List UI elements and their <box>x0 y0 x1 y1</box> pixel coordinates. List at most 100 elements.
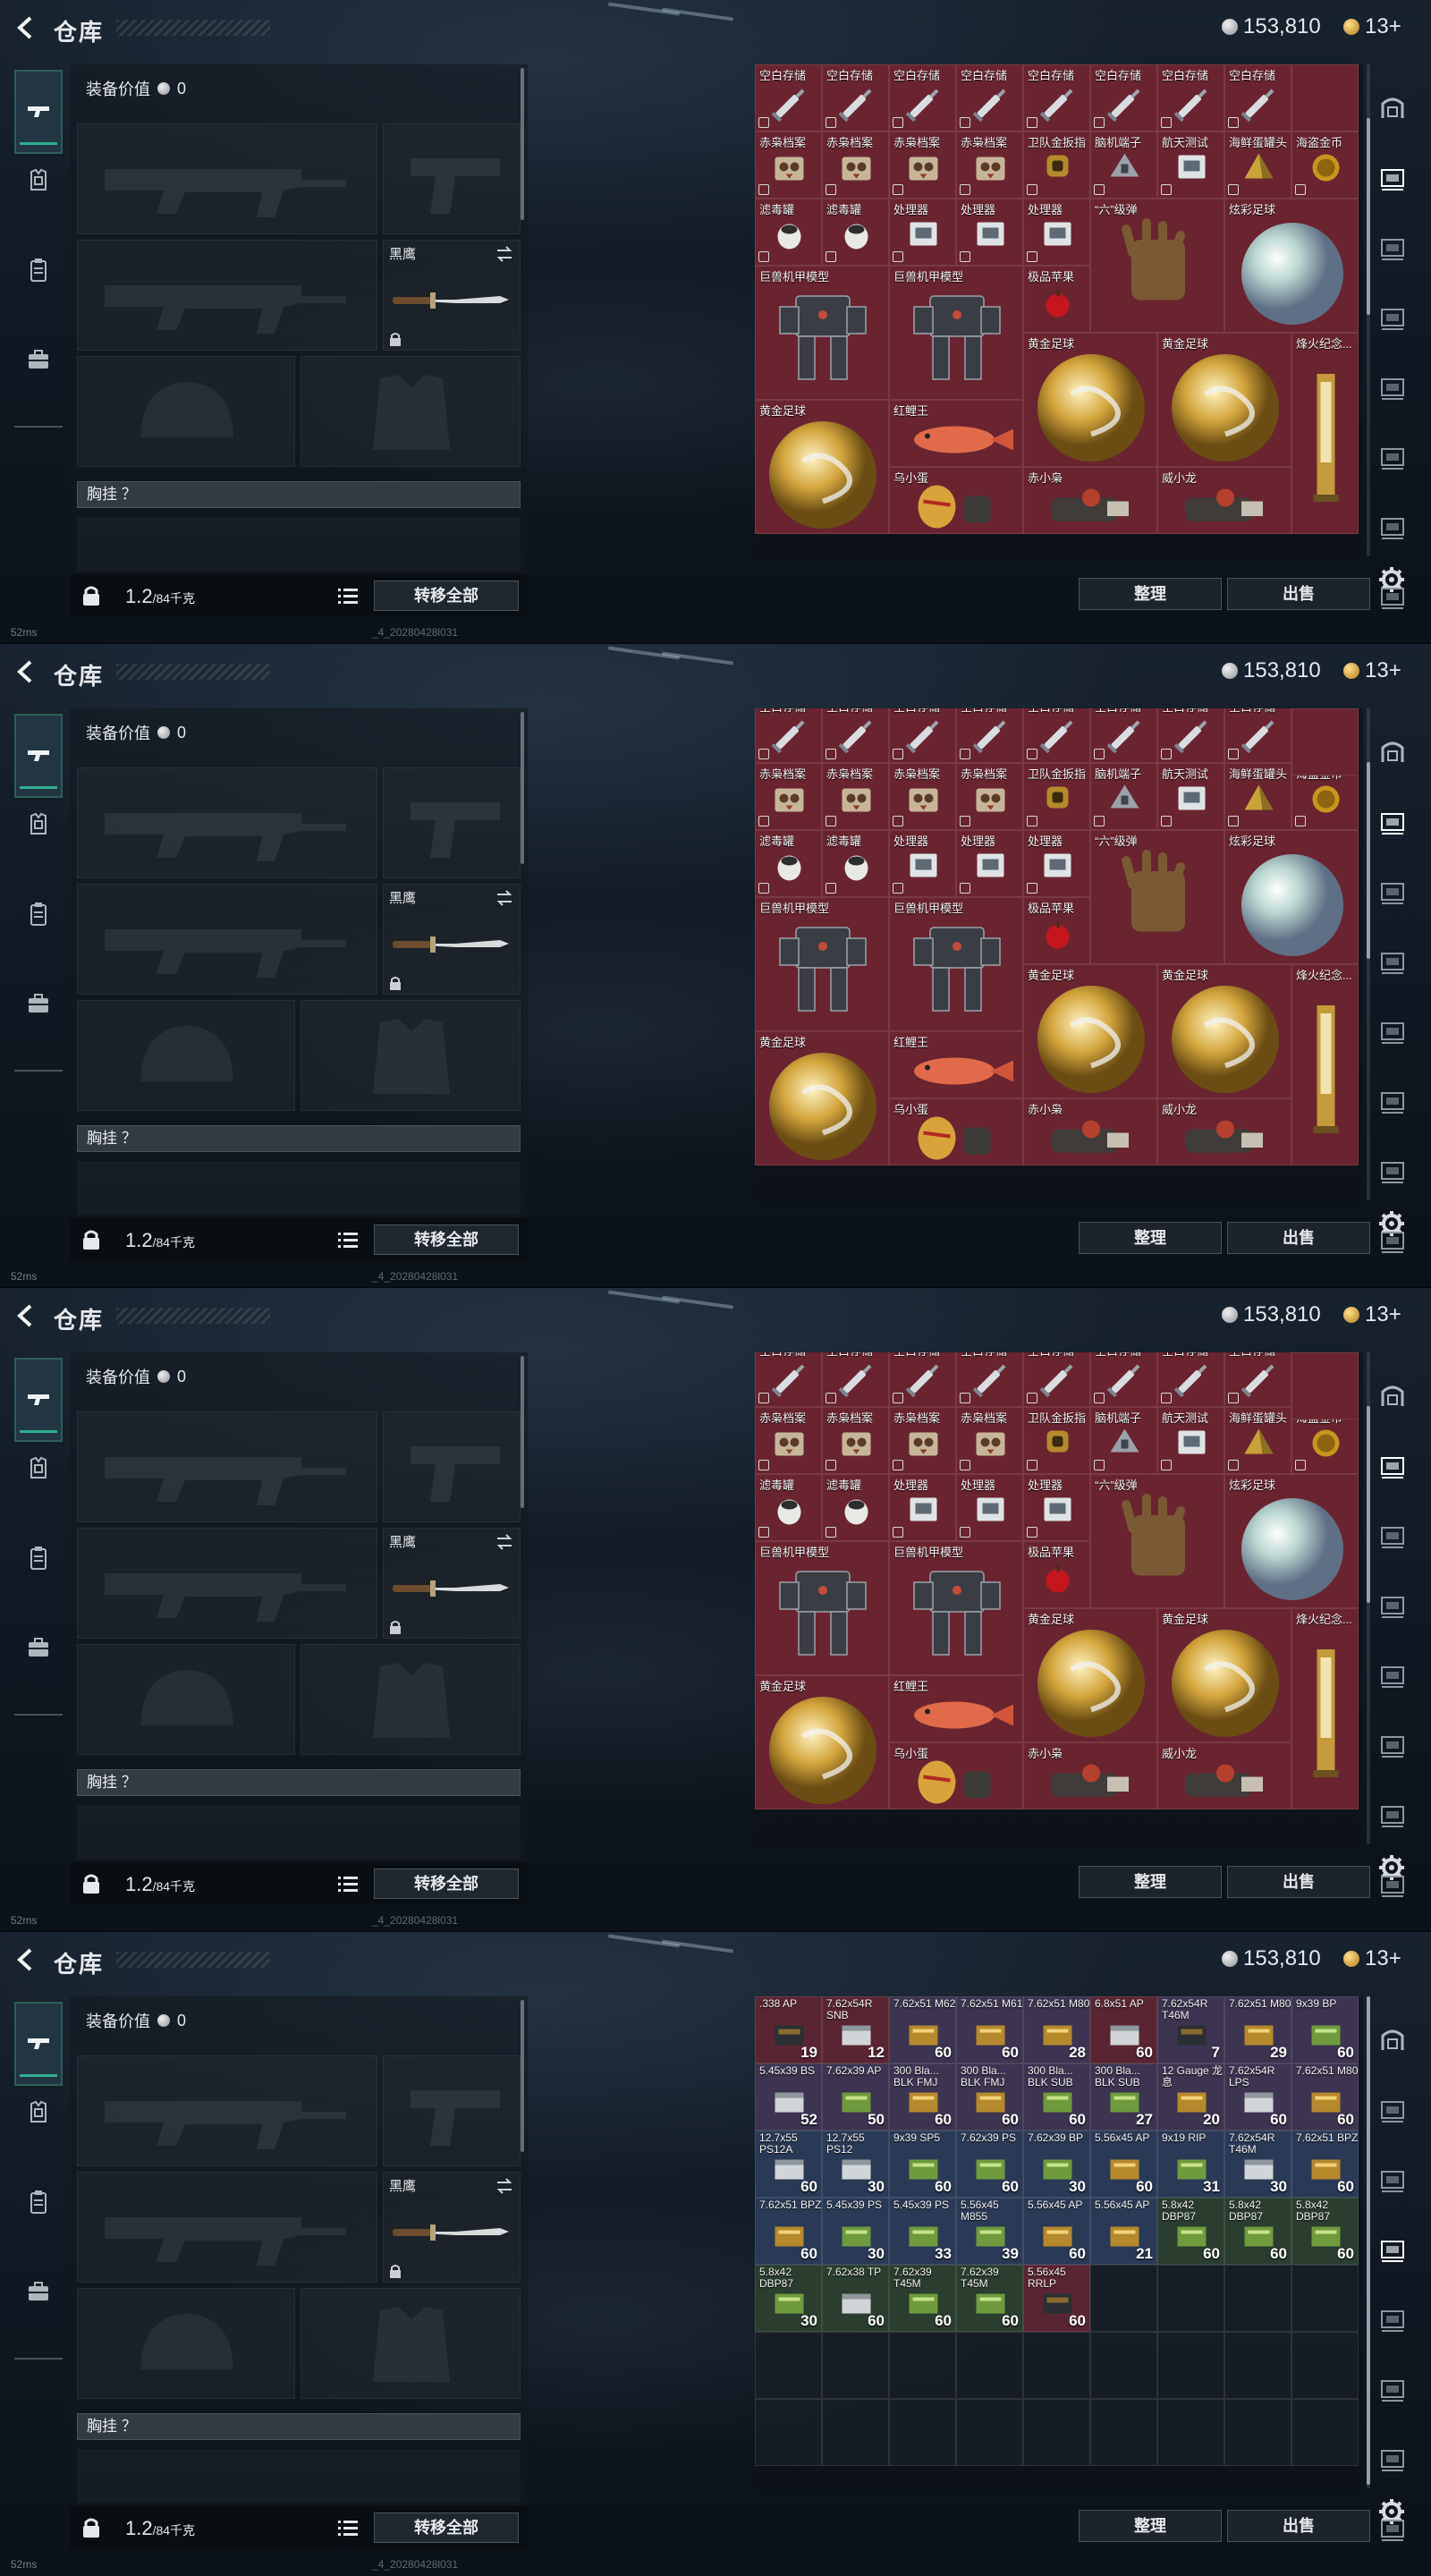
armor-slot[interactable] <box>301 2288 521 2399</box>
stash-item[interactable]: 极品苹果 <box>1023 1541 1090 1608</box>
ammo-item[interactable]: .338 AP 19 <box>755 1996 822 2063</box>
stash-item[interactable]: 乌小蛋 <box>889 1742 1023 1809</box>
stash-tab-button-1[interactable] <box>1372 157 1413 199</box>
secondary-weapon-slot[interactable] <box>77 884 377 995</box>
back-button[interactable] <box>13 1302 39 1329</box>
ammo-item[interactable]: 7.62x39 BP 30 <box>1023 2131 1090 2198</box>
stash-tab-button-5[interactable] <box>1372 1724 1413 1766</box>
stash-item[interactable]: 航天测试 <box>1157 763 1224 830</box>
stash-item[interactable]: 空白存储 <box>822 708 889 763</box>
ammo-item[interactable]: 5.8x42 DBP87 60 <box>1157 2198 1224 2265</box>
stash-item[interactable]: 处理器 <box>889 830 956 897</box>
stash-item[interactable]: “六”级弹 <box>1090 830 1224 964</box>
ammo-item[interactable]: 5.45x39 PS 33 <box>889 2198 956 2265</box>
stash-item[interactable]: 赤枭档案 <box>956 1407 1023 1474</box>
armor-slot[interactable] <box>301 356 521 467</box>
stash-item[interactable]: 航天测试 <box>1157 131 1224 199</box>
ammo-item[interactable]: 7.62x39 PS 60 <box>956 2131 1023 2198</box>
rail-tab-briefcase[interactable] <box>14 977 63 1030</box>
rail-tab-armor[interactable] <box>14 2086 63 2140</box>
ammo-item[interactable]: 9x39 BP 60 <box>1291 1996 1359 2063</box>
stash-item[interactable]: 脑机端子 <box>1090 131 1157 199</box>
stash-item[interactable]: 红鲤王 <box>889 1031 1023 1098</box>
chest-rig-slot[interactable]: 胸挂 ？ <box>77 2413 521 2440</box>
ammo-item[interactable]: 5.56x45 M855 39 <box>956 2198 1023 2265</box>
list-icon[interactable] <box>338 2519 358 2537</box>
equipment-scrollbar[interactable] <box>521 1356 524 1508</box>
stash-scroll-thumb[interactable] <box>1367 1406 1370 1603</box>
ammo-item[interactable]: 300 Bla... BLK FMJ 60 <box>889 2063 956 2131</box>
stash-tab-button-5[interactable] <box>1372 2368 1413 2410</box>
stash-item[interactable]: 巨兽机甲模型 <box>755 266 889 400</box>
stash-tab-button-5[interactable] <box>1372 436 1413 478</box>
ammo-item[interactable]: 7.62x51 M80 29 <box>1224 1996 1291 2063</box>
stash-tab-button-3[interactable] <box>1372 1585 1413 1626</box>
stash-tab-button-4[interactable] <box>1372 367 1413 408</box>
stash-tab-button-1[interactable] <box>1372 2089 1413 2131</box>
gold-currency[interactable]: 13+ <box>1343 1302 1401 1327</box>
stash-item[interactable]: 滤毒罐 <box>755 1474 822 1541</box>
stash-item[interactable]: 卫队金扳指 <box>1023 131 1090 199</box>
stash-scrollbar[interactable] <box>1367 64 1370 556</box>
stash-tab-button-1[interactable] <box>1372 801 1413 843</box>
stash-item[interactable]: 脑机端子 <box>1090 763 1157 830</box>
empty-cell[interactable] <box>1157 2265 1224 2332</box>
stash-item[interactable]: 空白存储 <box>956 64 1023 131</box>
empty-cell[interactable] <box>822 2399 889 2466</box>
primary-weapon-slot[interactable] <box>77 2055 377 2166</box>
stash-item[interactable]: 赤小枭 <box>1023 467 1157 534</box>
stash-item[interactable]: 黄金足球 <box>1157 1608 1291 1742</box>
melee-slot[interactable]: 黑鹰 <box>383 1528 521 1639</box>
ammo-item[interactable]: 5.56x45 RRLP 60 <box>1023 2265 1090 2332</box>
stash-tab-button-3[interactable] <box>1372 941 1413 982</box>
sort-button[interactable]: 整理 <box>1079 1866 1222 1898</box>
stash-tab-button-3[interactable] <box>1372 2229 1413 2270</box>
stash-item[interactable]: 航天测试 <box>1157 1407 1224 1474</box>
empty-cell[interactable] <box>1291 708 1359 775</box>
rail-tab-clipboard[interactable] <box>14 887 63 941</box>
stash-scrollbar[interactable] <box>1367 708 1370 1200</box>
ammo-item[interactable]: 7.62x39 AP 50 <box>822 2063 889 2131</box>
rail-tab-armor[interactable] <box>14 154 63 208</box>
empty-cell[interactable] <box>1291 64 1359 131</box>
empty-cell[interactable] <box>755 2332 822 2399</box>
empty-cell[interactable] <box>1090 2332 1157 2399</box>
sort-button[interactable]: 整理 <box>1079 1222 1222 1254</box>
stash-item[interactable]: 红鲤王 <box>889 400 1023 467</box>
primary-weapon-slot[interactable] <box>77 767 377 878</box>
stash-item[interactable]: 烽火纪念... <box>1291 1608 1359 1809</box>
stash-item[interactable]: 空白存储 <box>1157 708 1224 763</box>
secondary-weapon-slot[interactable] <box>77 2172 377 2283</box>
stash-tab-button-0[interactable] <box>1372 88 1413 129</box>
secondary-weapon-slot[interactable] <box>77 1528 377 1639</box>
stash-scroll-thumb[interactable] <box>1367 762 1370 959</box>
empty-cell[interactable] <box>1291 2399 1359 2466</box>
stash-grid[interactable]: 空白存储 空白存储 空白存储 空白存储 空白存储 空白存储 空白存储 空白存储赤枭档案 赤枭档案… <box>755 64 1363 558</box>
melee-slot[interactable]: 黑鹰 <box>383 884 521 995</box>
stash-item[interactable]: 空白存储 <box>956 708 1023 763</box>
stash-item[interactable]: 空白存储 <box>1023 64 1090 131</box>
stash-tab-button-5[interactable] <box>1372 1080 1413 1122</box>
ammo-item[interactable]: 6.8x51 AP 60 <box>1090 1996 1157 2063</box>
melee-slot[interactable]: 黑鹰 <box>383 240 521 351</box>
ammo-item[interactable]: 300 Bla... BLK SUB 60 <box>1023 2063 1090 2131</box>
stash-item[interactable]: 空白存储 <box>889 64 956 131</box>
stash-item[interactable]: 黄金足球 <box>1023 1608 1157 1742</box>
stash-scroll-thumb[interactable] <box>1367 1996 1370 2485</box>
stash-item[interactable]: 威小龙 <box>1157 467 1291 534</box>
stash-item[interactable]: 乌小蛋 <box>889 1098 1023 1165</box>
stash-tab-button-0[interactable] <box>1372 1376 1413 1417</box>
stash-item[interactable]: 赤枭档案 <box>956 763 1023 830</box>
empty-cell[interactable] <box>956 2399 1023 2466</box>
armor-slot[interactable] <box>301 1644 521 1755</box>
transfer-all-button[interactable]: 转移全部 <box>374 1868 519 1899</box>
stash-item[interactable]: 红鲤王 <box>889 1675 1023 1742</box>
ammo-item[interactable]: 5.45x39 PS 30 <box>822 2198 889 2265</box>
stash-tab-button-7[interactable] <box>1372 1864 1413 1905</box>
stash-tab-button-0[interactable] <box>1372 2020 1413 2061</box>
pistol-slot[interactable] <box>383 767 521 878</box>
swap-icon[interactable] <box>495 888 514 908</box>
stash-grid[interactable]: 空白存储 空白存储 空白存储 空白存储 空白存储 空白存储 空白存储 空白存储赤枭档案 赤枭档案… <box>755 1352 1363 1846</box>
stash-item[interactable]: 空白存储 <box>1090 708 1157 763</box>
stash-item[interactable]: “六”级弹 <box>1090 1474 1224 1608</box>
